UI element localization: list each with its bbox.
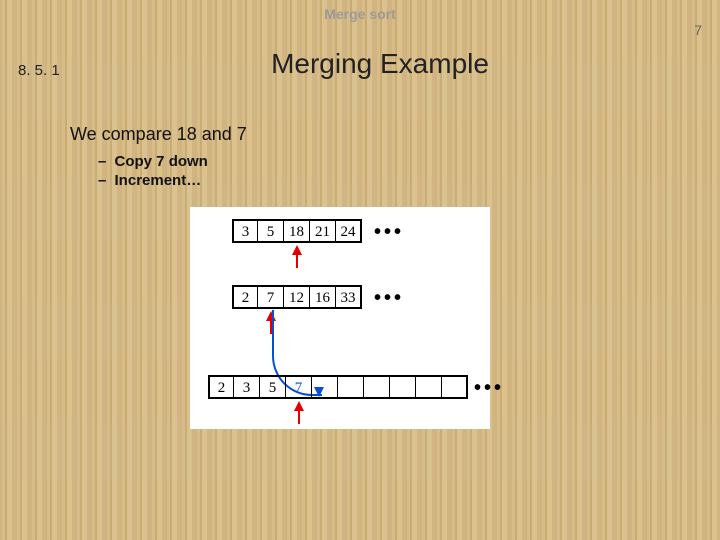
cell: 33 [336, 285, 362, 309]
header-title: Merge sort [0, 0, 720, 22]
slide-body: We compare 18 and 7 Copy 7 down Incremen… [70, 124, 720, 429]
cell: 7 [258, 285, 284, 309]
cell [390, 375, 416, 399]
cell: 7 [286, 375, 312, 399]
cell [416, 375, 442, 399]
cell [364, 375, 390, 399]
cell: 3 [232, 219, 258, 243]
bullet-item: Copy 7 down [98, 153, 720, 170]
cell: 18 [284, 219, 310, 243]
slide-title: Merging Example [40, 48, 720, 80]
ellipsis-icon: ••• [374, 287, 404, 310]
cell: 21 [310, 219, 336, 243]
cell [442, 375, 468, 399]
page-number: 7 [694, 22, 702, 38]
array-out: 2 3 5 7 [208, 375, 468, 399]
cell: 2 [208, 375, 234, 399]
section-number: 8. 5. 1 [18, 62, 60, 79]
cell [338, 375, 364, 399]
cell: 16 [310, 285, 336, 309]
array-a: 3 5 18 21 24 [232, 219, 362, 243]
bullet-item: Increment… [98, 172, 720, 189]
cell: 2 [232, 285, 258, 309]
bullet-list: Copy 7 down Increment… [98, 153, 720, 189]
cell: 3 [234, 375, 260, 399]
cell: 5 [260, 375, 286, 399]
cell: 5 [258, 219, 284, 243]
pointer-a-shaft [296, 254, 298, 268]
array-b: 2 7 12 16 33 [232, 285, 362, 309]
ellipsis-icon: ••• [474, 377, 504, 400]
cell [312, 375, 338, 399]
ellipsis-icon: ••• [374, 221, 404, 244]
merge-diagram: 3 5 18 21 24 ••• 2 7 12 16 33 ••• 2 3 5 [190, 207, 490, 429]
cell: 12 [284, 285, 310, 309]
cell: 24 [336, 219, 362, 243]
pointer-out-shaft [298, 410, 300, 424]
body-text: We compare 18 and 7 [70, 124, 720, 145]
